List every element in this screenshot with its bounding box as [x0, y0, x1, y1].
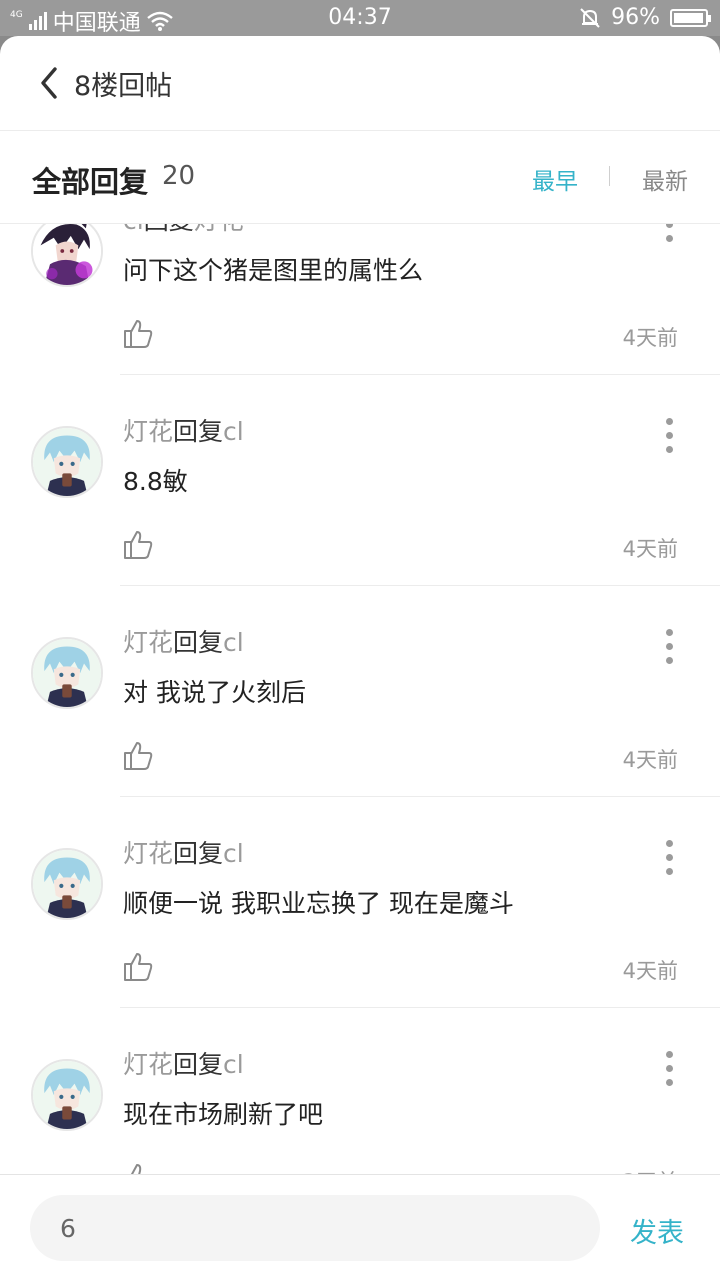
status-bar: 4G 中国联通 04:37 96%	[0, 0, 720, 36]
reply-content: 8.8敏	[123, 467, 188, 496]
divider	[120, 1007, 720, 1008]
send-button[interactable]: 发表	[630, 1211, 684, 1250]
sort-earliest-tab[interactable]: 最早	[532, 162, 578, 196]
reply-input[interactable]	[30, 1195, 600, 1261]
avatar[interactable]	[31, 426, 103, 498]
divider	[120, 796, 720, 797]
reply-word: 回复	[173, 1050, 224, 1079]
thumbs-up-icon[interactable]	[122, 740, 154, 772]
reply-item: 灯花回复cl 对 我说了火刻后 4天前	[0, 611, 720, 822]
back-button[interactable]	[38, 66, 60, 100]
more-options-button[interactable]	[660, 414, 680, 454]
author-name[interactable]: 灯花	[123, 1050, 173, 1079]
reply-time: 4天前	[622, 959, 678, 983]
avatar[interactable]	[31, 1059, 103, 1131]
reply-time: 4天前	[622, 537, 678, 561]
thumbs-up-icon[interactable]	[122, 318, 154, 350]
thumbs-up-icon[interactable]	[122, 1162, 154, 1174]
blue-haired-avatar-image	[33, 850, 101, 918]
reply-word: 回复	[173, 417, 224, 446]
blue-haired-avatar-image	[33, 639, 101, 707]
sort-latest-tab[interactable]: 最新	[642, 162, 688, 196]
author-name[interactable]: 灯花	[123, 628, 173, 657]
reply-word: 回复	[173, 628, 224, 657]
status-bar-right: 96%	[579, 5, 711, 30]
reply-list[interactable]: cl回复灯花 问下这个猪是图里的属性么 4天前	[0, 224, 720, 1174]
avatar[interactable]	[31, 224, 103, 287]
author-name[interactable]: 灯花	[123, 417, 173, 446]
blue-haired-avatar-image	[33, 1061, 101, 1129]
thumbs-up-icon[interactable]	[122, 951, 154, 983]
dark-haired-avatar-image	[33, 224, 101, 285]
reply-word: 回复	[144, 224, 194, 235]
more-options-button[interactable]	[660, 836, 680, 876]
page-title: 8楼回帖	[74, 70, 173, 102]
reply-content: 问下这个猪是图里的属性么	[123, 256, 424, 285]
avatar[interactable]	[31, 637, 103, 709]
reply-item: 灯花回复cl 顺便一说 我职业忘换了 现在是魔斗 4天前	[0, 822, 720, 1033]
avatar[interactable]	[31, 848, 103, 920]
thumbs-up-icon[interactable]	[122, 529, 154, 561]
reply-target[interactable]: cl	[223, 417, 244, 446]
author-name[interactable]: 灯花	[123, 839, 173, 868]
reply-meta: 灯花回复cl	[123, 834, 244, 870]
battery-fill	[674, 12, 703, 23]
chevron-left-icon	[41, 67, 57, 99]
reply-target[interactable]: cl	[223, 839, 244, 868]
reply-sheet: 8楼回帖 全部回复 20 最早 最新 问下这个猪是图里的属性么 4天前 灯花回复…	[0, 36, 720, 1280]
reply-count: 20	[162, 161, 196, 191]
reply-content: 顺便一说 我职业忘换了 现在是魔斗	[123, 889, 514, 918]
mute-bell-icon	[580, 7, 600, 28]
reply-meta: 灯花回复cl	[123, 623, 244, 659]
reply-composer: 发表	[0, 1174, 720, 1280]
more-options-button[interactable]	[660, 224, 680, 243]
filter-bar: 全部回复 20 最早 最新	[0, 132, 720, 224]
author-name[interactable]: cl	[123, 224, 144, 235]
reply-word: 回复	[173, 839, 224, 868]
battery-percent: 96%	[611, 5, 660, 30]
reply-item: 灯花回复cl 8.8敏 4天前	[0, 400, 720, 611]
reply-time: 4天前	[622, 326, 678, 350]
reply-meta: cl回复灯花	[123, 224, 244, 237]
reply-meta: 灯花回复cl	[123, 412, 244, 448]
more-options-button[interactable]	[660, 625, 680, 665]
battery-icon	[670, 8, 711, 27]
reply-item: cl回复灯花 问下这个猪是图里的属性么 4天前	[0, 224, 720, 400]
more-options-button[interactable]	[660, 1047, 680, 1087]
reply-content: 现在市场刷新了吧	[123, 1100, 324, 1129]
reply-target[interactable]: cl	[223, 628, 244, 657]
divider	[120, 374, 720, 375]
blue-haired-avatar-image	[33, 428, 101, 496]
all-replies-label: 全部回复	[32, 165, 149, 199]
reply-target[interactable]: 灯花	[194, 224, 244, 235]
reply-content: 对 我说了火刻后	[123, 678, 306, 707]
reply-time: 4天前	[622, 748, 678, 772]
reply-time: 3天前	[623, 1166, 678, 1174]
divider	[120, 585, 720, 586]
sort-divider	[609, 166, 610, 186]
reply-item: 灯花回复cl 现在市场刷新了吧 3天前	[0, 1033, 720, 1174]
reply-target[interactable]: cl	[223, 1050, 244, 1079]
reply-meta: 灯花回复cl	[123, 1045, 244, 1081]
top-bar: 8楼回帖	[0, 36, 720, 131]
